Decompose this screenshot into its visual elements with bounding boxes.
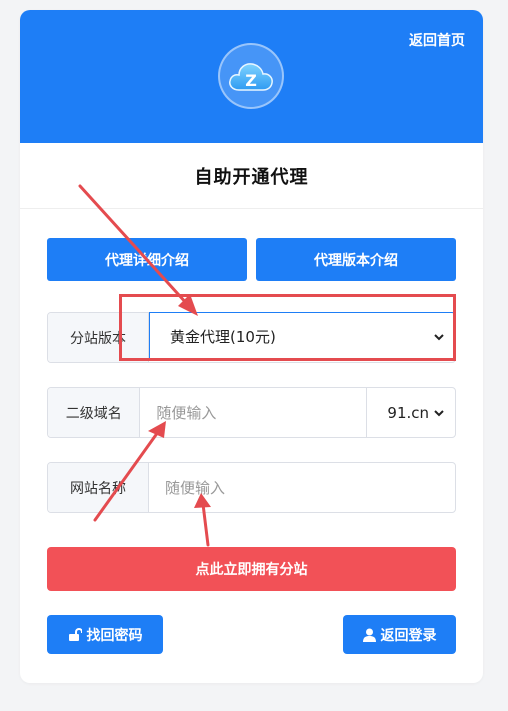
subdomain-input[interactable] <box>140 388 367 437</box>
page-title-area: 自助开通代理 <box>20 143 483 209</box>
home-link[interactable]: 返回首页 <box>409 30 465 50</box>
subdomain-label: 二级域名 <box>48 388 141 437</box>
site-logo: Z <box>218 43 284 109</box>
back-login-label: 返回登录 <box>380 627 437 644</box>
header-banner: 返回首页 Z <box>20 10 483 143</box>
site-name-row: 网站名称 <box>47 462 456 513</box>
chevron-down-icon <box>434 409 444 416</box>
unlock-icon <box>68 627 82 641</box>
version-label: 分站版本 <box>48 313 149 362</box>
version-selected-value: 黄金代理(10元) <box>170 328 276 346</box>
page-title: 自助开通代理 <box>194 166 309 188</box>
find-password-label: 找回密码 <box>86 627 143 644</box>
cloud-icon: Z <box>229 63 273 91</box>
subdomain-row: 二级域名 91.cn <box>47 387 456 438</box>
site-name-input[interactable] <box>149 463 455 512</box>
chevron-down-icon <box>434 333 444 340</box>
logo-letter: Z <box>245 71 257 90</box>
version-select[interactable]: 黄金代理(10元) <box>149 312 456 361</box>
user-icon <box>362 628 376 642</box>
domain-suffix-select[interactable]: 91.cn <box>366 388 455 437</box>
site-name-label: 网站名称 <box>48 463 149 512</box>
agent-intro-button[interactable]: 代理详细介绍 <box>47 238 247 281</box>
register-card: 返回首页 Z 自助开通代理 代理详细介绍 代理版本介绍 分站版本 黄金代理(10… <box>20 10 483 683</box>
domain-suffix-value: 91.cn <box>387 403 430 422</box>
find-password-button[interactable]: 找回密码 <box>47 615 163 654</box>
version-row: 分站版本 黄金代理(10元) <box>47 312 456 363</box>
submit-button[interactable]: 点此立即拥有分站 <box>47 547 456 591</box>
back-login-button[interactable]: 返回登录 <box>343 615 456 654</box>
version-intro-button[interactable]: 代理版本介绍 <box>256 238 456 281</box>
